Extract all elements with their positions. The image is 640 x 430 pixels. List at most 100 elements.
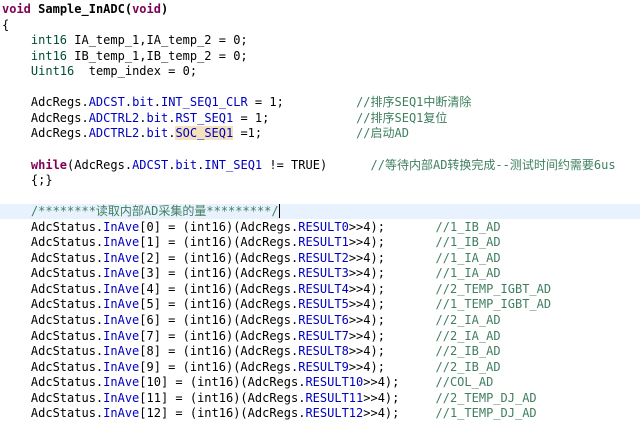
code-line[interactable]: AdcStatus.InAve[11] = (int16)(AdcRegs.RE… — [0, 391, 640, 406]
code-token: AdcStatus. — [2, 219, 104, 234]
code-token: >>4); — [363, 375, 436, 390]
code-line[interactable]: AdcStatus.InAve[8] = (int16)(AdcRegs.RES… — [0, 344, 640, 359]
code-token: IA_temp_1,IA_temp_2 = 0; — [67, 33, 248, 48]
code-token: //1_IA_AD — [435, 250, 501, 265]
code-line[interactable] — [0, 189, 640, 204]
code-line[interactable]: AdcStatus.InAve[0] = (int16)(AdcRegs.RES… — [0, 220, 640, 235]
code-line[interactable]: AdcRegs.ADCTRL2.bit.RST_SEQ1 = 1; //排序SE… — [0, 111, 640, 126]
code-line[interactable] — [0, 80, 640, 95]
code-token: [10] = (int16)(AdcRegs. — [139, 375, 306, 390]
code-token: AdcStatus. — [2, 375, 104, 390]
code-token: INT_SEQ1_CLR — [160, 95, 248, 110]
code-token: RESULT3 — [298, 266, 349, 281]
code-token: //1_IA_AD — [435, 266, 501, 281]
code-token: temp_index = 0; — [74, 64, 198, 79]
code-token: AdcStatus. — [2, 328, 104, 343]
code-line[interactable]: AdcStatus.InAve[5] = (int16)(AdcRegs.RES… — [0, 297, 640, 312]
code-token: AdcStatus. — [2, 266, 104, 281]
code-token: ADCST — [132, 157, 169, 172]
code-token: = 1; — [233, 110, 357, 125]
code-line[interactable]: AdcStatus.InAve[2] = (int16)(AdcRegs.RES… — [0, 251, 640, 266]
code-token: >>4); — [348, 359, 436, 374]
code-line[interactable]: void Sample_InADC(void) — [0, 2, 640, 17]
code-token: InAve — [103, 266, 140, 281]
code-line[interactable]: int16 IA_temp_1,IA_temp_2 = 0; — [0, 33, 640, 48]
code-line[interactable]: AdcStatus.InAve[10] = (int16)(AdcRegs.RE… — [0, 375, 640, 390]
code-token: AdcStatus. — [2, 235, 104, 250]
code-token: [5] = (int16)(AdcRegs. — [139, 297, 299, 312]
code-token: //排序SEQ1中断清除 — [356, 95, 472, 110]
code-line[interactable]: AdcStatus.InAve[6] = (int16)(AdcRegs.RES… — [0, 313, 640, 328]
code-token: AdcRegs. — [2, 95, 89, 110]
code-token: ( — [124, 2, 133, 16]
code-token: >>4); — [348, 281, 436, 296]
code-token: RESULT6 — [298, 313, 349, 327]
code-token: Sample_InADC — [38, 2, 125, 16]
code-token: /********读取内部AD采集的量*********/ — [30, 204, 280, 219]
code-token: void — [132, 2, 161, 16]
code-token: RESULT0 — [298, 219, 349, 234]
code-token: //1_TEMP_IGBT_AD — [435, 297, 552, 312]
code-line[interactable]: AdcRegs.ADCTRL2.bit.SOC_SEQ1 =1; //启动AD — [0, 126, 640, 141]
code-line[interactable]: Uint16 temp_index = 0; — [0, 64, 640, 79]
code-token: InAve — [103, 250, 140, 265]
code-line[interactable]: while(AdcRegs.ADCST.bit.INT_SEQ1 != TRUE… — [0, 158, 640, 173]
code-token: //2_TEMP_IGBT_AD — [435, 281, 552, 296]
code-line[interactable]: {;} — [0, 173, 640, 188]
code-token: INT_SEQ1 — [204, 157, 263, 172]
code-line[interactable]: AdcStatus.InAve[12] = (int16)(AdcRegs.RE… — [0, 406, 640, 421]
code-line[interactable]: AdcRegs.ADCST.bit.INT_SEQ1_CLR = 1; //排序… — [0, 95, 640, 110]
code-token: [8] = (int16)(AdcRegs. — [139, 344, 299, 359]
code-token: RESULT5 — [298, 297, 349, 312]
code-token: //2_TEMP_DJ_AD — [435, 390, 537, 405]
code-token: bit — [132, 95, 154, 110]
code-token: >>4); — [348, 235, 436, 250]
code-token: [12] = (int16)(AdcRegs. — [139, 406, 306, 421]
code-token: . — [124, 95, 133, 110]
code-line[interactable] — [0, 142, 640, 157]
code-token: != TRUE) — [262, 157, 371, 172]
code-token: //2_IB_AD — [435, 359, 501, 374]
code-token: RESULT7 — [298, 328, 349, 343]
code-token: InAve — [103, 359, 140, 374]
code-token: (AdcRegs. — [67, 157, 133, 172]
code-token: . — [153, 95, 161, 110]
code-token: int16 — [30, 33, 68, 48]
code-token: RESULT4 — [298, 281, 349, 296]
code-token: bit — [146, 126, 169, 141]
code-token: InAve — [103, 219, 140, 234]
code-token: ADCTRL2 — [88, 110, 140, 125]
code-token: [0] = (int16)(AdcRegs. — [139, 219, 299, 234]
code-token: [2] = (int16)(AdcRegs. — [139, 250, 299, 265]
code-line[interactable]: AdcStatus.InAve[7] = (int16)(AdcRegs.RES… — [0, 329, 640, 344]
code-token: AdcStatus. — [2, 313, 104, 327]
code-line[interactable]: int16 IB_temp_1,IB_temp_2 = 0; — [0, 49, 640, 64]
code-token: [6] = (int16)(AdcRegs. — [139, 313, 299, 327]
code-token: >>4); — [348, 344, 436, 359]
code-line[interactable]: AdcStatus.InAve[9] = (int16)(AdcRegs.RES… — [0, 360, 640, 375]
code-token: //2_IB_AD — [435, 344, 501, 359]
code-token: //1_IB_AD — [435, 235, 501, 250]
code-line[interactable]: /********读取内部AD采集的量*********/ — [0, 204, 640, 220]
code-token: RESULT2 — [298, 250, 349, 265]
code-line[interactable]: { — [0, 18, 640, 33]
code-token: InAve — [103, 235, 140, 250]
code-token: [1] = (int16)(AdcRegs. — [139, 235, 299, 250]
code-line[interactable]: AdcStatus.InAve[4] = (int16)(AdcRegs.RES… — [0, 282, 640, 297]
code-token: >>4); — [348, 313, 436, 327]
code-line[interactable]: AdcStatus.InAve[3] = (int16)(AdcRegs.RES… — [0, 266, 640, 281]
code-token: InAve — [103, 297, 140, 312]
code-token: RESULT1 — [298, 235, 349, 250]
code-editor[interactable]: void Sample_InADC(void){ int16 IA_temp_1… — [0, 0, 640, 430]
code-line[interactable]: AdcStatus.InAve[1] = (int16)(AdcRegs.RES… — [0, 235, 640, 250]
code-token: AdcStatus. — [2, 344, 104, 359]
code-token: //1_TEMP_DJ_AD — [435, 406, 537, 421]
code-token: InAve — [103, 375, 140, 390]
code-token: = 1; — [247, 95, 357, 110]
code-token: //等待内部AD转换完成--测试时间约需要6us — [370, 157, 616, 172]
code-token: RESULT9 — [298, 359, 349, 374]
code-token: //2_IA_AD — [435, 313, 501, 327]
